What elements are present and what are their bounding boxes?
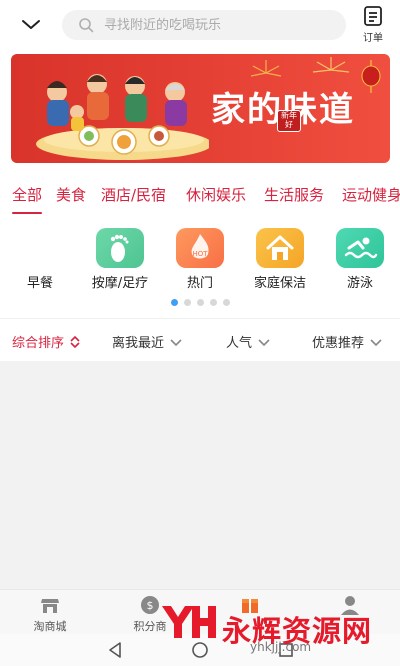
page-dot[interactable] [196, 299, 204, 306]
hot-flame-icon: HOT [176, 228, 224, 268]
watermark: 永辉资源网 yhkjjj.com [160, 596, 380, 656]
sort-toggle-icon [70, 335, 80, 353]
listing-content-area [0, 361, 400, 589]
swimming-icon [336, 228, 384, 268]
category-tabs: 全部 美食 酒店/民宿 休闲娱乐 生活服务 运动健身 [0, 184, 400, 218]
service-icons-row: 早餐 按摩/足疗 HOT 热门 家庭保洁 游泳 [0, 228, 400, 294]
service-hot[interactable]: HOT 热门 [160, 228, 240, 291]
filter-label: 优惠推荐 [312, 336, 365, 351]
sort-filter-bar: 综合排序 离我最近 人气 优惠推荐 [0, 318, 400, 360]
service-label: 游泳 [346, 276, 373, 291]
tab-hotel[interactable]: 酒店/民宿 [101, 184, 166, 205]
page-dot[interactable] [183, 299, 191, 306]
service-label: 按摩/足疗 [91, 276, 149, 291]
chevron-down-icon [370, 336, 382, 351]
filter-label: 离我最近 [112, 336, 165, 351]
tab-life-services[interactable]: 生活服务 [264, 184, 324, 205]
tab-food[interactable]: 美食 [56, 184, 86, 205]
collapse-chevron-icon[interactable] [18, 12, 44, 38]
tab-leisure[interactable]: 休闲娱乐 [186, 184, 246, 205]
filter-discount[interactable]: 优惠推荐 [312, 332, 382, 351]
orders-label: 订单 [363, 33, 383, 44]
service-label: 热门 [186, 276, 213, 291]
service-cleaning[interactable]: 家庭保洁 [240, 228, 320, 291]
filter-popularity[interactable]: 人气 [226, 332, 270, 351]
filter-comprehensive-sort[interactable]: 综合排序 [12, 332, 80, 353]
service-massage[interactable]: 按摩/足疗 [80, 228, 160, 291]
page-dot-active[interactable] [170, 299, 178, 306]
breakfast-icon [16, 228, 64, 268]
carousel-pagination [0, 299, 400, 309]
tab-sports[interactable]: 运动健身 [342, 184, 400, 205]
back-triangle-icon[interactable] [106, 641, 124, 659]
banner-seal: 新年好 [277, 110, 301, 132]
house-cleaning-icon [256, 228, 304, 268]
nav-label: 淘商城 [33, 620, 67, 633]
store-icon [39, 594, 61, 616]
orders-button[interactable]: 订单 [358, 5, 388, 47]
tab-all[interactable]: 全部 [12, 184, 43, 214]
watermark-logo-icon [162, 606, 216, 638]
service-label: 早餐 [26, 276, 53, 291]
chevron-down-icon [170, 336, 182, 351]
filter-label: 综合排序 [12, 336, 65, 351]
lantern-icon [361, 60, 381, 93]
hot-badge: HOT [192, 250, 208, 258]
watermark-url: yhkjjj.com [250, 640, 312, 654]
search-bar[interactable] [62, 10, 346, 40]
family-dinner-illustration [36, 74, 209, 160]
coin-icon: $ [139, 594, 161, 616]
search-icon [78, 17, 94, 33]
chevron-down-icon [258, 336, 270, 351]
page-dot[interactable] [209, 299, 217, 306]
top-header: 订单 [0, 0, 400, 50]
order-list-icon [362, 5, 384, 27]
filter-nearest[interactable]: 离我最近 [112, 332, 182, 351]
service-label: 家庭保洁 [253, 276, 306, 291]
filter-label: 人气 [226, 336, 253, 351]
svg-text:$: $ [147, 599, 154, 612]
service-swimming[interactable]: 游泳 [320, 228, 400, 291]
page-dot[interactable] [222, 299, 230, 306]
service-breakfast[interactable]: 早餐 [0, 228, 80, 291]
search-input[interactable] [104, 10, 334, 40]
promo-banner[interactable]: 家的味道 新年好 [11, 54, 390, 163]
nav-store[interactable]: 淘商城 [10, 594, 90, 634]
footprint-icon [96, 228, 144, 268]
